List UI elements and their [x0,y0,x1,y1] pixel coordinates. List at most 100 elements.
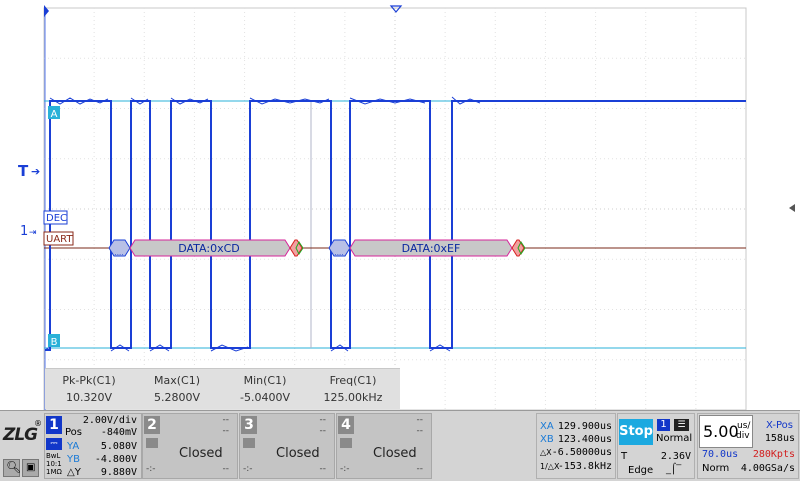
run-trigger-panel: Stop 1 ☰ Normal T 2.36V Edge _⌠‾ [617,413,695,479]
channel-2-dash-4: -- [222,464,230,474]
run-stop-button[interactable]: Stop [619,419,653,445]
channel-2-dash-2: -- [222,426,230,436]
memory-depth: 280Kpts [752,449,795,460]
zoom-button[interactable]: 🔍︎ [3,459,22,477]
channel-1-panel[interactable]: 1 2.00V/div Pos -840mV ⎓ YA 5.080V YB -4… [44,413,142,479]
cursor-dx-value: -6.50000us [551,447,612,458]
trigger-mode[interactable]: Normal [656,433,692,444]
waveform-display[interactable]: A B T ➔ 1 ⇥ DEC UART .... .... DATA:0xCD… [0,0,800,410]
measure-name-freq: Freq(C1) [329,374,377,387]
channel-2-dash-3: -:- [146,464,156,474]
channel-2-panel[interactable]: 2 -- -- Closed -:- -- [142,413,238,479]
channel-3-status: Closed [276,446,320,461]
registered-icon: ® [34,419,42,428]
cursor-xb-value: 123.400us [557,434,612,445]
channel-3-panel[interactable]: 3 -- -- Closed -:- -- [239,413,335,479]
cursor-yb-label: YB [67,454,80,465]
acquisition-mode: Norm [702,463,730,474]
channel-2-minus [146,438,158,448]
trigger-label: T [621,451,628,462]
cursor-inv-label: 1/△X [540,462,560,471]
cursor-panel[interactable]: XA 129.900us XB 123.400us △X -6.50000us … [536,413,616,479]
cursor-xb-label: XB [540,434,554,445]
cursor-yb-value: -4.800V [94,454,137,465]
channel-4-number: 4 [338,416,354,434]
channel-1-pos-label: Pos [65,427,83,438]
decode-start-bit-2-dots: .... [335,249,344,257]
cursor-dy-label: △Y [67,467,81,478]
measure-name-max: Max(C1) [153,374,200,387]
channel-4-minus [340,438,352,448]
channel-2-status: Closed [179,446,223,461]
trigger-level-marker[interactable]: T [18,162,29,180]
brand-logo: ZLG ® [3,419,43,447]
measure-name-min: Min(C1) [243,374,287,387]
channel-3-dash-4: -- [319,464,327,474]
cursor-inv-value: -153.8kHz [557,461,612,472]
channel-b-marker-label: B [51,337,58,348]
trigger-source-badge[interactable]: 1 [657,419,670,431]
coupling-ratio: 10:1 [46,460,62,468]
cursor-dy-value: 9.880V [100,467,137,478]
channel-4-dash-2: -- [416,426,424,436]
trigger-level: 2.36V [660,451,691,462]
channel-3-number: 3 [241,416,257,434]
channel-4-dash-3: -:- [340,464,350,474]
trigger-type[interactable]: Edge [628,465,653,476]
channel-4-panel[interactable]: 4 -- -- Closed -:- -- [336,413,432,479]
measure-name-pkpk: Pk-Pk(C1) [62,374,116,387]
measure-value-pkpk: 10.320V [65,391,112,404]
decoder-label-uart-text: UART [46,234,73,245]
channel-1-volts-div: 2.00V/div [82,415,137,426]
ch1-offset-marker[interactable]: 1 [20,224,28,239]
coupling-bwl: BwL [46,452,61,460]
measure-value-min: -5.0400V [240,391,290,404]
measurement-bar: Pk-Pk(C1) 10.320V Max(C1) 5.2800V Min(C1… [45,368,400,409]
cursor-ya-label: YA [67,441,80,452]
cursor-ya-value: 5.080V [100,441,137,452]
decode-start-bit-1-dots: .... [115,249,124,257]
channel-4-dash-1: -- [416,415,424,425]
cursor-xa-value: 129.900us [557,421,612,432]
xpos-label: X-Pos [766,420,793,431]
channel-2-number: 2 [144,416,160,434]
channel-4-dash-4: -- [416,464,424,474]
timebase-value: 5.00 [703,422,739,441]
channel-1-coupling: BwL 10:1 1MΩ [46,452,62,476]
channel-1-coupling-icon: ⎓ [46,438,62,450]
channel-3-minus [243,438,255,448]
measure-value-max: 5.2800V [153,391,200,404]
channel-3-dash-2: -- [319,426,327,436]
timebase-panel[interactable]: 5.00 us/ div X-Pos 158us 70.0us 280Kpts … [697,413,799,479]
time-offset: 70.0us [702,449,739,460]
timebase-unit-bottom: div [736,431,750,441]
timebase-box[interactable]: 5.00 us/ div [699,415,753,448]
decoder-label-dec-text: DEC [46,213,67,224]
timebase-unit-top: us/ [737,421,751,431]
brand-logo-text: ZLG [3,425,38,445]
status-panel: ZLG ® 🔍︎ ▣ 1 2.00V/div Pos -840mV ⎓ YA 5… [0,410,800,481]
magnifier-icon: 🔍︎ [6,460,22,474]
channel-3-dash-1: -- [319,415,327,425]
channel-1-pos-value: -840mV [100,427,137,438]
coupling-impedance: 1MΩ [46,468,62,476]
sample-rate: 4.00GSa/s [740,463,795,474]
channel-4-status: Closed [373,446,417,461]
ch1-offset-arrow-icon: ⇥ [29,228,37,238]
trigger-menu-icon[interactable]: ☰ [674,419,689,431]
rising-edge-icon: _⌠‾ [666,464,682,475]
measure-value-freq: 125.00kHz [323,391,383,404]
channel-a-marker-label: A [51,109,58,120]
display-button[interactable]: ▣ [22,459,39,477]
right-edge-marker[interactable] [789,204,795,212]
cursor-xa-label: XA [540,421,554,432]
decode-data-frame-2-text: DATA:0xEF [402,242,461,255]
channel-3-dash-3: -:- [243,464,253,474]
channel-2-dash-1: -- [222,415,230,425]
cursor-dx-label: △X [540,448,552,457]
trigger-arrow-icon: ➔ [31,165,40,178]
decode-data-frame-1-text: DATA:0xCD [178,242,240,255]
display-icon: ▣ [26,462,36,473]
xpos-value: 158us [764,433,795,444]
channel-1-number: 1 [46,416,62,434]
